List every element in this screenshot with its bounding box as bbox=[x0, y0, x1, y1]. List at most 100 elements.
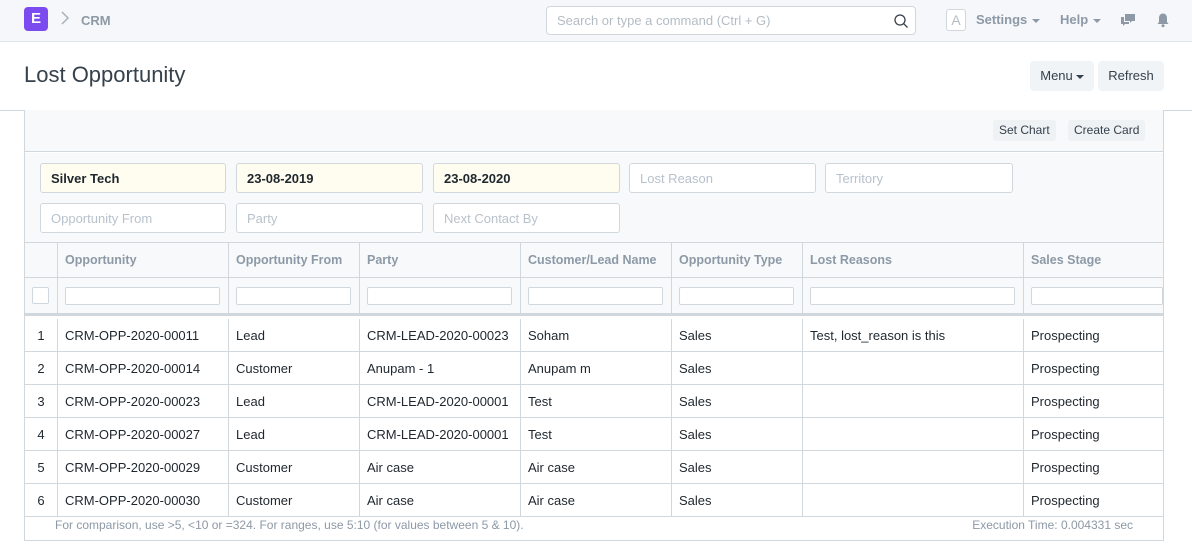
filter-hint: For comparison, use >5, <10 or =324. For… bbox=[55, 518, 524, 532]
column-filter-row bbox=[25, 278, 1163, 316]
filter-cell bbox=[803, 278, 1024, 313]
breadcrumb-crm[interactable]: CRM bbox=[81, 13, 111, 28]
execution-time: Execution Time: 0.004331 sec bbox=[972, 518, 1133, 532]
row-index: 3 bbox=[25, 385, 58, 417]
app-logo[interactable]: E bbox=[24, 7, 48, 31]
cell-opportunity-type[interactable]: Sales bbox=[672, 352, 803, 384]
sales-stage-column-filter[interactable] bbox=[1031, 286, 1163, 305]
cell-opportunity-type[interactable]: Sales bbox=[672, 319, 803, 351]
cell-customer-lead-name[interactable]: Test bbox=[521, 418, 672, 450]
search-icon[interactable] bbox=[893, 13, 909, 29]
cell-party[interactable]: Anupam - 1 bbox=[360, 352, 521, 384]
filter-area bbox=[25, 153, 1163, 243]
table-row[interactable]: 2 CRM-OPP-2020-00014 Customer Anupam - 1… bbox=[25, 352, 1163, 385]
help-label: Help bbox=[1060, 12, 1089, 27]
cell-party[interactable]: Air case bbox=[360, 451, 521, 483]
opportunity-from-filter[interactable] bbox=[40, 203, 226, 233]
cell-opportunity-from[interactable]: Customer bbox=[229, 451, 360, 483]
cell-opportunity-from[interactable]: Lead bbox=[229, 319, 360, 351]
header-opportunity-from[interactable]: Opportunity From bbox=[229, 243, 360, 277]
create-card-button[interactable]: Create Card bbox=[1068, 120, 1146, 141]
cell-customer-lead-name[interactable]: Test bbox=[521, 385, 672, 417]
cell-lost-reasons[interactable] bbox=[803, 451, 1024, 483]
cell-opportunity[interactable]: CRM-OPP-2020-00011 bbox=[58, 319, 229, 351]
header-opportunity[interactable]: Opportunity bbox=[58, 243, 229, 277]
filter-cell bbox=[360, 278, 521, 313]
avatar[interactable]: A bbox=[946, 9, 966, 31]
row-index: 5 bbox=[25, 451, 58, 483]
cell-lost-reasons[interactable] bbox=[803, 352, 1024, 384]
filter-cell bbox=[58, 278, 229, 313]
cell-sales-stage[interactable]: Prospecting bbox=[1024, 418, 1163, 450]
filter-cell bbox=[672, 278, 803, 313]
report-container: Set Chart Create Card Opportunity Opport… bbox=[24, 110, 1164, 541]
caret-down-icon bbox=[1075, 74, 1084, 79]
cell-party[interactable]: CRM-LEAD-2020-00001 bbox=[360, 418, 521, 450]
page-title: Lost Opportunity bbox=[24, 62, 186, 87]
bell-icon[interactable] bbox=[1155, 12, 1171, 28]
opportunity-type-column-filter[interactable] bbox=[679, 286, 794, 305]
row-index: 1 bbox=[25, 319, 58, 351]
cell-sales-stage[interactable]: Prospecting bbox=[1024, 451, 1163, 483]
chat-icon[interactable] bbox=[1120, 12, 1136, 28]
header-customer-lead-name[interactable]: Customer/Lead Name bbox=[521, 243, 672, 277]
cell-opportunity-from[interactable]: Lead bbox=[229, 385, 360, 417]
cell-customer-lead-name[interactable]: Anupam m bbox=[521, 352, 672, 384]
table-row[interactable]: 3 CRM-OPP-2020-00023 Lead CRM-LEAD-2020-… bbox=[25, 385, 1163, 418]
search-input[interactable] bbox=[547, 7, 887, 34]
cell-opportunity-type[interactable]: Sales bbox=[672, 451, 803, 483]
lost-reasons-column-filter[interactable] bbox=[810, 286, 1015, 305]
table-row[interactable]: 5 CRM-OPP-2020-00029 Customer Air case A… bbox=[25, 451, 1163, 484]
help-dropdown[interactable]: Help bbox=[1060, 12, 1102, 27]
chevron-right-icon bbox=[60, 10, 70, 31]
cell-opportunity[interactable]: CRM-OPP-2020-00029 bbox=[58, 451, 229, 483]
cell-opportunity-from[interactable]: Customer bbox=[229, 352, 360, 384]
cell-party[interactable]: CRM-LEAD-2020-00023 bbox=[360, 319, 521, 351]
chart-actions-bar: Set Chart Create Card bbox=[25, 110, 1163, 152]
cell-lost-reasons[interactable]: Test, lost_reason is this bbox=[803, 319, 1024, 351]
filter-cell bbox=[229, 278, 360, 313]
cell-opportunity[interactable]: CRM-OPP-2020-00023 bbox=[58, 385, 229, 417]
party-filter[interactable] bbox=[236, 203, 423, 233]
table-header: Opportunity Opportunity From Party Custo… bbox=[25, 243, 1163, 278]
party-column-filter[interactable] bbox=[367, 286, 512, 305]
set-chart-button[interactable]: Set Chart bbox=[993, 120, 1056, 141]
table-row[interactable]: 4 CRM-OPP-2020-00027 Lead CRM-LEAD-2020-… bbox=[25, 418, 1163, 451]
header-party[interactable]: Party bbox=[360, 243, 521, 277]
lost-reason-filter[interactable] bbox=[629, 163, 816, 193]
cell-lost-reasons[interactable] bbox=[803, 385, 1024, 417]
customer-lead-name-column-filter[interactable] bbox=[528, 286, 663, 305]
cell-opportunity[interactable]: CRM-OPP-2020-00027 bbox=[58, 418, 229, 450]
to-date-filter[interactable] bbox=[433, 163, 620, 193]
opportunity-from-column-filter[interactable] bbox=[236, 286, 351, 305]
refresh-button[interactable]: Refresh bbox=[1098, 61, 1164, 91]
header-index bbox=[25, 243, 58, 277]
cell-opportunity-from[interactable]: Lead bbox=[229, 418, 360, 450]
select-all-checkbox[interactable] bbox=[32, 287, 49, 304]
next-contact-by-filter[interactable] bbox=[433, 203, 620, 233]
company-filter[interactable] bbox=[40, 163, 226, 193]
header-sales-stage[interactable]: Sales Stage bbox=[1024, 243, 1163, 277]
opportunity-column-filter[interactable] bbox=[65, 286, 220, 305]
header-opportunity-type[interactable]: Opportunity Type bbox=[672, 243, 803, 277]
from-date-filter[interactable] bbox=[236, 163, 423, 193]
cell-customer-lead-name[interactable]: Air case bbox=[521, 451, 672, 483]
cell-sales-stage[interactable]: Prospecting bbox=[1024, 352, 1163, 384]
cell-lost-reasons[interactable] bbox=[803, 418, 1024, 450]
settings-dropdown[interactable]: Settings bbox=[976, 12, 1041, 27]
header-lost-reasons[interactable]: Lost Reasons bbox=[803, 243, 1024, 277]
caret-down-icon bbox=[1032, 18, 1041, 23]
menu-button[interactable]: Menu bbox=[1030, 61, 1094, 91]
cell-sales-stage[interactable]: Prospecting bbox=[1024, 319, 1163, 351]
cell-opportunity-type[interactable]: Sales bbox=[672, 385, 803, 417]
table-row[interactable]: 1 CRM-OPP-2020-00011 Lead CRM-LEAD-2020-… bbox=[25, 319, 1163, 352]
cell-party[interactable]: CRM-LEAD-2020-00001 bbox=[360, 385, 521, 417]
report-footer: For comparison, use >5, <10 or =324. For… bbox=[25, 510, 1163, 540]
cell-customer-lead-name[interactable]: Soham bbox=[521, 319, 672, 351]
cell-opportunity[interactable]: CRM-OPP-2020-00014 bbox=[58, 352, 229, 384]
search-box bbox=[546, 6, 916, 35]
territory-filter[interactable] bbox=[825, 163, 1013, 193]
cell-opportunity-type[interactable]: Sales bbox=[672, 418, 803, 450]
menu-label: Menu bbox=[1040, 68, 1073, 83]
cell-sales-stage[interactable]: Prospecting bbox=[1024, 385, 1163, 417]
